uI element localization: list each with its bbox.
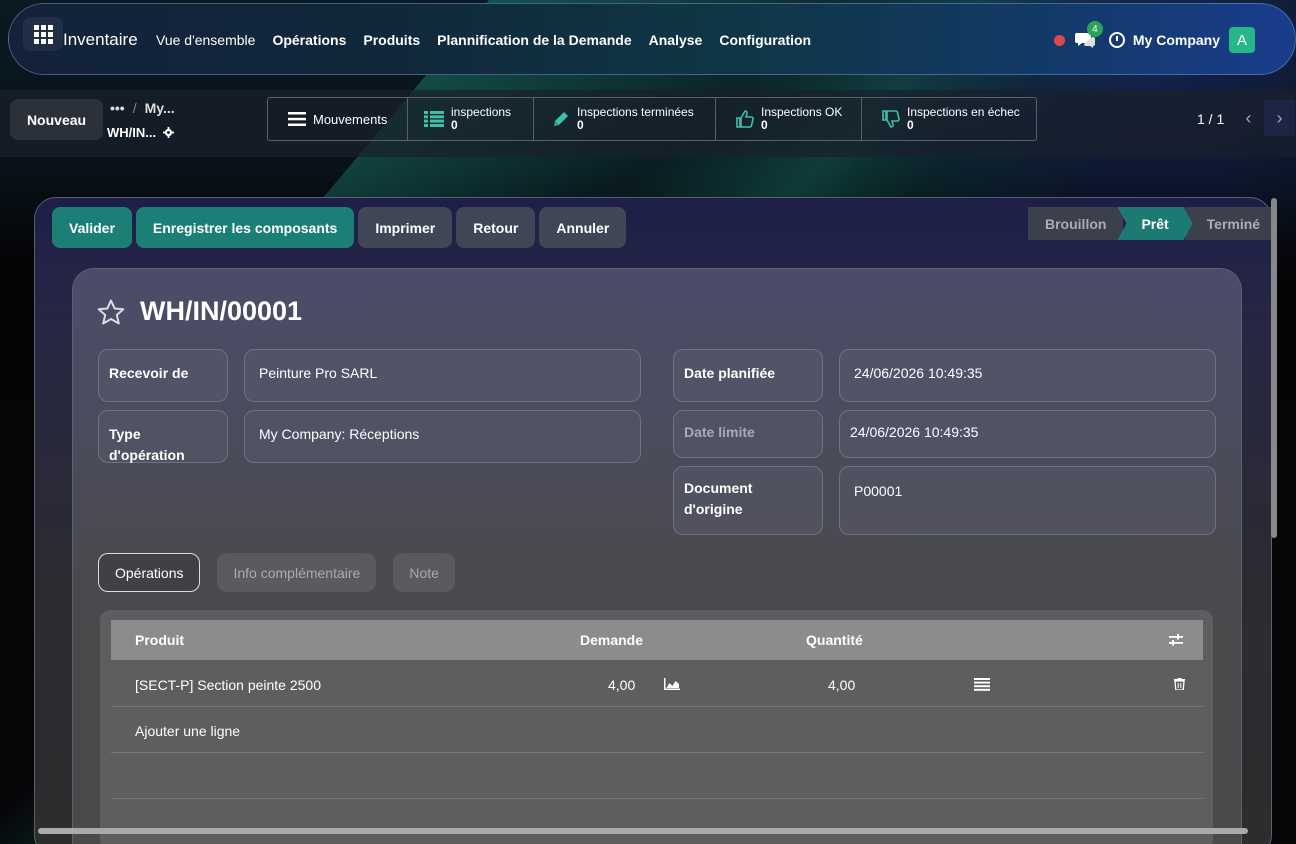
validate-button[interactable]: Valider (52, 207, 132, 248)
thumbs-up-icon (736, 110, 754, 128)
breadcrumb-ellipsis[interactable]: ••• (110, 100, 125, 116)
new-button[interactable]: Nouveau (10, 99, 103, 140)
main-menu: Vue d'ensemble Opérations Produits Plann… (156, 32, 828, 48)
pager-arrows: ‹ › (1233, 100, 1295, 136)
stage-draft[interactable]: Brouillon (1028, 207, 1124, 240)
breadcrumb: ••• / My... (110, 100, 175, 116)
company-switcher[interactable]: My Company (1133, 32, 1220, 48)
record-title: WH/IN/00001 (140, 296, 303, 326)
row-demand: 4,00 (608, 677, 636, 693)
menu-overview[interactable]: Vue d'ensemble (156, 32, 255, 48)
table-row-empty (111, 753, 1203, 799)
bars-icon (288, 112, 306, 126)
origin-document-label: Document d'origine (673, 466, 823, 535)
breadcrumb-current: WH/IN... (107, 125, 175, 140)
column-settings-icon[interactable] (1169, 633, 1183, 647)
register-components-button[interactable]: Enregistrer les composants (135, 207, 355, 248)
list-icon (424, 111, 444, 127)
tab-note[interactable]: Note (393, 553, 455, 592)
receive-from-field[interactable]: Peinture Pro SARL (244, 349, 641, 402)
horizontal-scrollbar[interactable] (38, 828, 1248, 834)
chevron-right-icon[interactable]: › (1264, 100, 1295, 136)
gear-icon[interactable] (163, 127, 175, 138)
column-quantity[interactable]: Quantité (806, 632, 863, 648)
inspections-failed-button[interactable]: Inspections en échec 0 (862, 98, 1036, 140)
column-demand[interactable]: Demande (580, 632, 643, 648)
scheduled-date-field[interactable]: 24/06/2026 10:49:35 (839, 349, 1216, 402)
menu-configuration[interactable]: Configuration (719, 32, 811, 48)
menu-operations[interactable]: Opérations (272, 32, 346, 48)
add-line-row: Ajouter une ligne (111, 707, 1203, 753)
status-pipeline: Brouillon Prêt Terminé (1028, 207, 1277, 240)
details-list-icon[interactable] (974, 678, 990, 691)
forecast-chart-icon[interactable] (664, 678, 680, 690)
scheduled-date-label: Date planifiée (673, 349, 823, 402)
chevron-left-icon[interactable]: ‹ (1233, 100, 1264, 136)
pencil-icon (554, 112, 568, 126)
breadcrumb-parent[interactable]: My... (145, 100, 175, 116)
clock-icon[interactable] (1108, 32, 1125, 48)
smart-buttons: Mouvements inspections 0 Inspections term… (267, 97, 1037, 141)
column-product[interactable]: Produit (135, 632, 184, 648)
top-navbar: Inventaire Vue d'ensemble Opérations Pro… (8, 3, 1296, 75)
vertical-scrollbar[interactable] (1271, 198, 1277, 538)
chat-icon[interactable]: 4 (1074, 21, 1103, 49)
pager-value[interactable]: 1 / 1 (1197, 111, 1224, 127)
row-product[interactable]: [SECT-P] Section peinte 2500 (135, 677, 321, 693)
notebook-tabs: Opérations Info complémentaire Note (98, 553, 455, 592)
table-header: Produit Demande Quantité (111, 620, 1203, 660)
receive-from-label: Recevoir de (98, 349, 228, 402)
menu-analysis[interactable]: Analyse (649, 32, 703, 48)
table-row[interactable]: [SECT-P] Section peinte 2500 4,00 4,00 (111, 661, 1203, 707)
menu-demand-planning[interactable]: Plannification de la Demande (437, 32, 632, 48)
trash-icon[interactable] (1174, 678, 1185, 690)
operation-type-label: Type d'opération (98, 410, 228, 463)
origin-document-field[interactable]: P00001 (839, 466, 1216, 535)
stage-ready[interactable]: Prêt (1117, 207, 1193, 240)
status-dot-icon[interactable] (1053, 34, 1065, 46)
inspections-ok-button[interactable]: Inspections OK 0 (716, 98, 862, 140)
tab-operations[interactable]: Opérations (98, 553, 201, 592)
add-line-link[interactable]: Ajouter une ligne (135, 723, 240, 739)
stage-done[interactable]: Terminé (1184, 207, 1277, 240)
form-actions: Valider Enregistrer les composants Impri… (52, 207, 627, 248)
messages-badge: 4 (1086, 21, 1103, 37)
apps-menu-icon[interactable] (23, 17, 63, 51)
deadline-label: Date limite (673, 410, 823, 458)
row-quantity[interactable]: 4,00 (828, 677, 855, 693)
moves-button[interactable]: Mouvements (268, 98, 408, 140)
menu-products[interactable]: Produits (363, 32, 420, 48)
app-name[interactable]: Inventaire (63, 30, 138, 50)
operation-type-field[interactable]: My Company: Réceptions (244, 410, 641, 463)
tab-additional-info[interactable]: Info complémentaire (217, 553, 377, 592)
star-icon[interactable] (97, 299, 125, 325)
inspections-button[interactable]: inspections 0 (408, 98, 534, 140)
avatar[interactable]: A (1229, 27, 1255, 53)
print-button[interactable]: Imprimer (358, 207, 453, 248)
thumbs-down-icon (882, 110, 900, 128)
cancel-button[interactable]: Annuler (539, 207, 627, 248)
deadline-field[interactable]: 24/06/2026 10:49:35 (839, 410, 1216, 458)
inspections-done-button[interactable]: Inspections terminées 0 (534, 98, 716, 140)
return-button[interactable]: Retour (456, 207, 536, 248)
